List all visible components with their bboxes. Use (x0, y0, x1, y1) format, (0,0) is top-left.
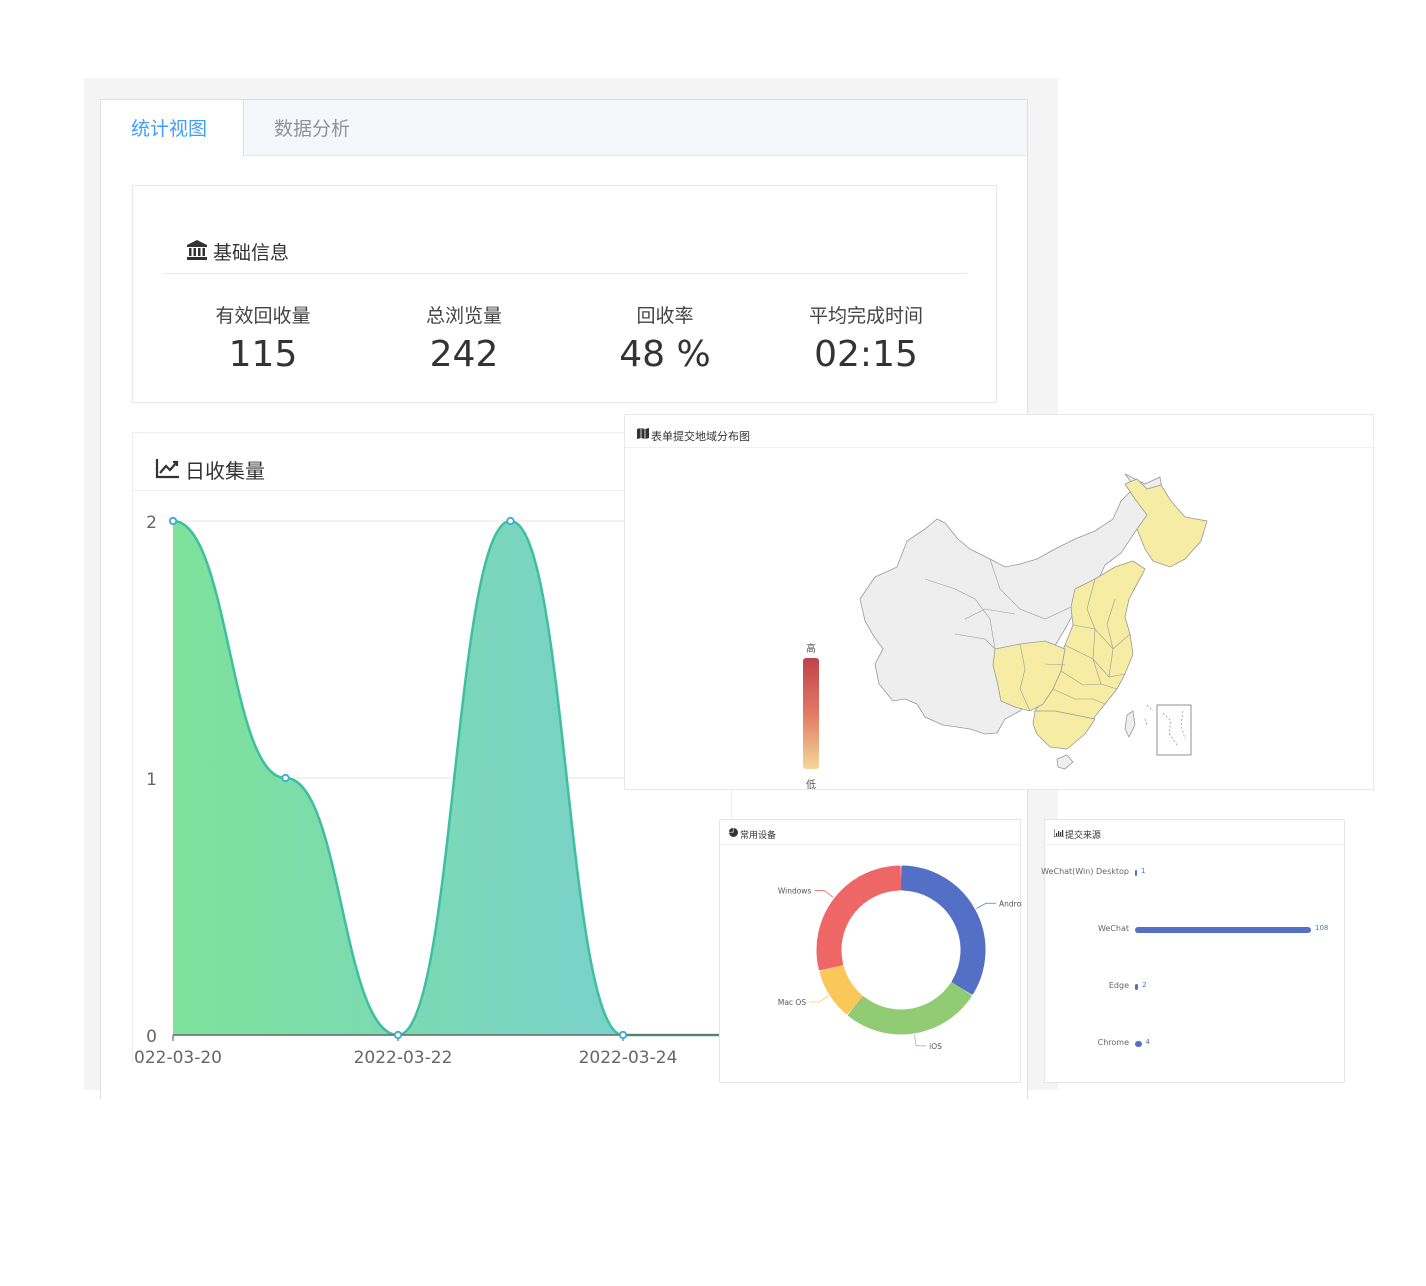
stat-label: 总浏览量 (425, 305, 502, 327)
x-tick-label: 022-03-20 (134, 1048, 222, 1065)
source-bar[interactable] (1135, 927, 1311, 933)
stat-label: 有效回收量 (215, 305, 311, 327)
tab-bar: 统计视图 数据分析 (101, 100, 1027, 157)
bar-chart-icon (1054, 829, 1064, 837)
basic-info-title: 基础信息 (213, 242, 290, 264)
donut-slice[interactable] (848, 982, 972, 1035)
data-point[interactable] (618, 1030, 628, 1040)
stat-valid-responses: 有效回收量 115 (163, 301, 363, 375)
device-donut-chart: Androi iOS Mac OS Windows (778, 865, 1022, 1051)
source-bar[interactable] (1135, 870, 1137, 876)
source-row[interactable]: WeChat 108 (1045, 924, 1344, 938)
data-point[interactable] (281, 773, 290, 783)
stat-value: 48 % (619, 334, 711, 375)
stat-value: 02:15 (814, 334, 918, 375)
donut-slice[interactable] (816, 865, 902, 971)
y-tick-label: 1 (146, 770, 157, 790)
source-title: 提交来源 (1065, 831, 1102, 841)
bank-icon (187, 240, 207, 260)
basic-info-header: 基础信息 (163, 222, 967, 274)
south-china-sea-inset (1156, 704, 1192, 756)
source-label: Edge (1108, 981, 1129, 990)
source-bar[interactable] (1135, 1041, 1142, 1047)
label-line (976, 902, 997, 909)
source-bar[interactable] (1135, 984, 1139, 990)
daily-collection-title: 日收集量 (185, 459, 265, 483)
region-map-card: 表单提交地域分布图 高 低 (624, 414, 1375, 791)
data-point[interactable] (393, 1030, 403, 1040)
legend-high-label: 高 (806, 644, 816, 655)
china-map (859, 473, 1208, 770)
slice-label: Windows (778, 887, 812, 896)
stat-value: 242 (429, 334, 499, 375)
stat-total-views: 总浏览量 242 (364, 301, 564, 375)
tab-stats-view[interactable]: 统计视图 (101, 100, 244, 157)
tab-data-analysis[interactable]: 数据分析 (244, 100, 394, 157)
visual-map-legend[interactable] (803, 658, 819, 769)
source-row[interactable]: Edge 2 (1045, 981, 1344, 995)
region-map-title: 表单提交地域分布图 (651, 430, 750, 443)
region-map-header: 表单提交地域分布图 (625, 415, 1375, 448)
stat-response-rate: 回收率 48 % (565, 301, 765, 375)
source-value: 4 (1145, 1038, 1150, 1046)
source-label: WeChat(Win) Desktop (1041, 867, 1129, 876)
donut-slice[interactable] (900, 865, 986, 995)
map-region-hainan[interactable] (1056, 754, 1074, 770)
data-point[interactable] (506, 516, 515, 526)
source-header: 提交来源 (1045, 820, 1344, 845)
label-line (914, 1034, 927, 1047)
slice-label: Androi (999, 899, 1022, 908)
legend-low-label: 低 (806, 780, 816, 791)
slice-label: Mac OS (778, 998, 806, 1007)
stat-label: 平均完成时间 (808, 305, 923, 327)
label-line (809, 995, 829, 1003)
trend-icon (155, 459, 179, 479)
source-value: 108 (1315, 924, 1329, 932)
source-value: 1 (1141, 867, 1146, 875)
source-label: Chrome (1097, 1038, 1129, 1047)
y-tick-label: 0 (146, 1027, 157, 1047)
x-tick-label: 2022-03-22 (354, 1048, 453, 1065)
x-tick-label: 2022-03-24 (579, 1048, 678, 1065)
basic-info-card: 基础信息 有效回收量 115 总浏览量 242 回收率 48 % 平均完成时间 … (132, 185, 997, 403)
source-value: 2 (1142, 981, 1147, 989)
data-point[interactable] (168, 516, 178, 526)
map-region-taiwan[interactable] (1124, 710, 1136, 738)
stat-label: 回收率 (636, 305, 694, 327)
map-icon (637, 428, 649, 439)
source-label: WeChat (1097, 924, 1129, 933)
y-tick-label: 2 (146, 513, 157, 533)
source-row[interactable]: Chrome 4 (1045, 1038, 1344, 1052)
source-card: 提交来源 WeChat(Win) Desktop 1 WeChat 108 Edge 2 C… (1041, 819, 1345, 1083)
device-card: 常用设备 Androi iOS Mac OS Windows (719, 819, 1022, 1083)
stat-value: 115 (228, 334, 298, 375)
source-row[interactable]: WeChat(Win) Desktop 1 (1041, 867, 1344, 881)
stat-avg-completion-time: 平均完成时间 02:15 (766, 301, 966, 375)
label-line (814, 890, 834, 898)
slice-label: iOS (929, 1042, 942, 1051)
